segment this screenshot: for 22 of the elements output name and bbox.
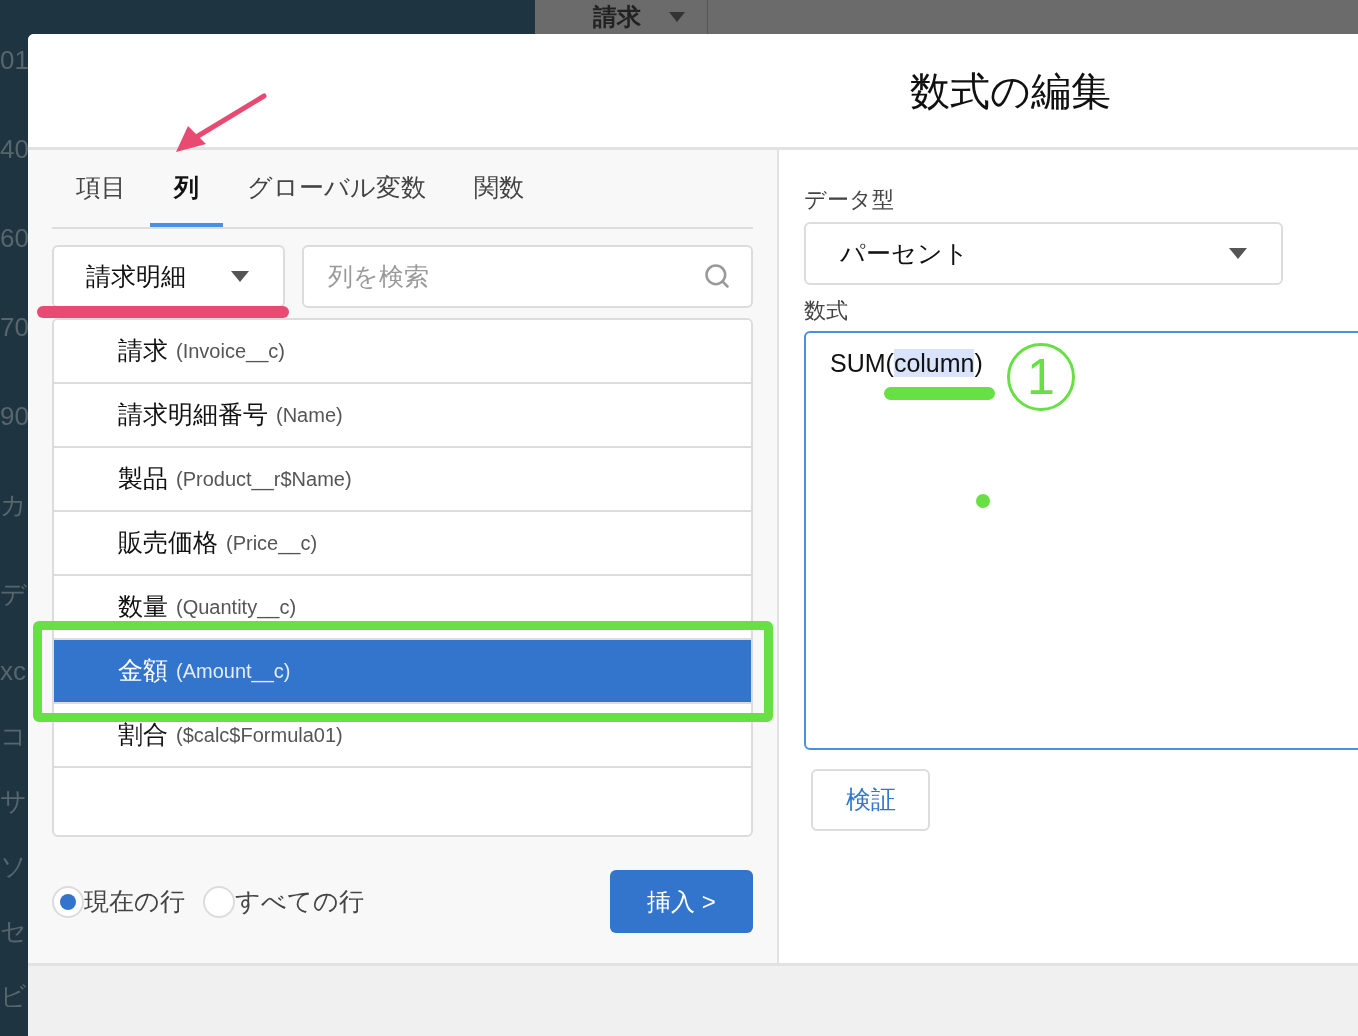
- radio-option[interactable]: すべての行: [203, 882, 364, 921]
- tab[interactable]: 関数: [450, 153, 548, 227]
- insert-button[interactable]: 挿入 >: [610, 870, 753, 933]
- field-label: 数式: [804, 297, 849, 325]
- column-item[interactable]: 請求 (Invoice__c): [54, 320, 751, 384]
- field-label: データ型: [804, 186, 895, 214]
- column-item[interactable]: 金額 (Amount__c): [54, 640, 751, 704]
- search-icon: [703, 262, 731, 290]
- tab[interactable]: 項目: [52, 153, 150, 227]
- data-type-dropdown[interactable]: パーセント: [804, 222, 1283, 285]
- circled-number: 1: [1007, 343, 1075, 411]
- caret-icon: [231, 271, 249, 282]
- caret-icon: [669, 12, 685, 22]
- tab[interactable]: 列: [150, 153, 223, 227]
- validate-button[interactable]: 検証: [811, 769, 930, 831]
- radio-option[interactable]: 現在の行: [52, 882, 185, 921]
- formula-text: SUM(column): [830, 349, 983, 377]
- tab[interactable]: グローバル変数: [223, 153, 450, 227]
- object-dropdown[interactable]: 請求明細: [52, 245, 285, 308]
- caret-icon: [1229, 248, 1247, 259]
- dialog-title: 数式の編集: [909, 67, 1111, 115]
- search-field[interactable]: 列を検索: [302, 245, 753, 308]
